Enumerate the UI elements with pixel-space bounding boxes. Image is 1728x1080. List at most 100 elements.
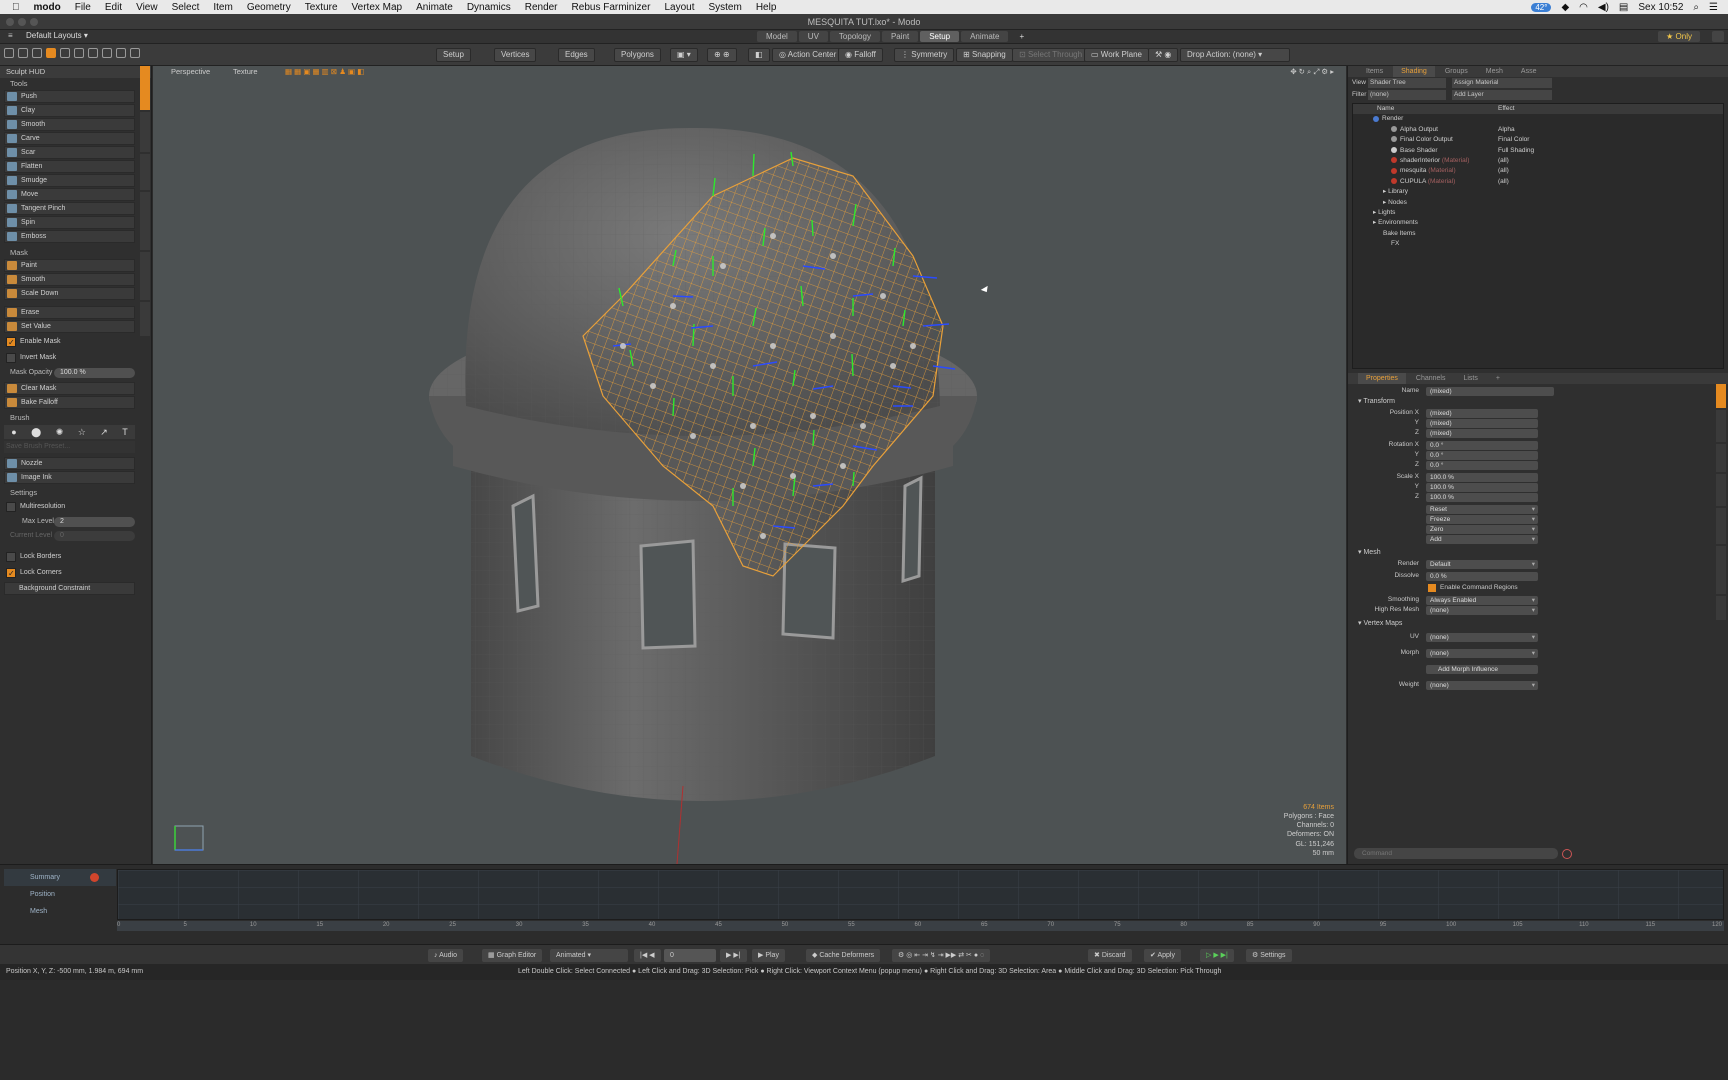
animated-dropdown[interactable]: Animated ▾ bbox=[550, 949, 628, 962]
add-tab-button[interactable]: + bbox=[1010, 31, 1033, 42]
mask-scale-down[interactable]: Scale Down bbox=[4, 287, 135, 300]
filter-dropdown[interactable]: (none) bbox=[1368, 90, 1446, 100]
tab-mesh[interactable]: Mesh bbox=[1478, 66, 1511, 77]
tool-pipe-button[interactable]: ◧ bbox=[748, 48, 770, 62]
tool-carve[interactable]: Carve bbox=[4, 132, 135, 145]
menu-texture[interactable]: Texture bbox=[305, 2, 338, 13]
particle-tools-tab[interactable] bbox=[140, 252, 150, 300]
shader-row-shaderinterior[interactable]: shaderInterior (Material) (all) bbox=[1353, 156, 1723, 166]
scale-x-input[interactable]: 100.0 % bbox=[1426, 472, 1538, 482]
shader-row-environments[interactable]: ▸ Environments bbox=[1353, 218, 1723, 228]
menu-animate[interactable]: Animate bbox=[416, 2, 453, 13]
snap-icon[interactable] bbox=[102, 48, 112, 58]
mesh-section-title[interactable]: ▾ Mesh bbox=[1348, 547, 1548, 559]
menu-system[interactable]: System bbox=[708, 2, 741, 13]
view-dropdown[interactable]: Shader Tree bbox=[1368, 78, 1446, 88]
side-tab-user-channels[interactable] bbox=[1716, 546, 1726, 594]
multiresolution-toggle[interactable]: Multiresolution bbox=[4, 500, 135, 514]
morph-dropdown[interactable]: (none) bbox=[1426, 648, 1538, 658]
add-layer-button[interactable]: Add Layer bbox=[1452, 90, 1552, 100]
transform-section-title[interactable]: ▾ Transform bbox=[1348, 396, 1548, 408]
close-window-button[interactable] bbox=[6, 18, 14, 26]
brush-section-title[interactable]: Brush bbox=[0, 412, 151, 423]
timeline-position-row[interactable]: Position bbox=[4, 886, 116, 903]
vertex-map-tools-tab[interactable] bbox=[140, 192, 150, 250]
shader-row-nodes[interactable]: ▸ Nodes bbox=[1353, 198, 1723, 208]
layout-dropdown[interactable]: Default Layouts ▾ bbox=[26, 31, 88, 40]
playback-buttons[interactable]: ▷ ▶ ▶| bbox=[1200, 949, 1234, 962]
key-tools-buttons[interactable]: ⚙ ◎ ⇤ ⇥ ↯ ⇥ ▶▶ ⇄ ✂ ● ◌ bbox=[892, 949, 991, 962]
tab-groups[interactable]: Groups bbox=[1437, 66, 1476, 77]
clock[interactable]: Sex 10:52 bbox=[1638, 2, 1683, 13]
audio-button[interactable]: ♪ Audio bbox=[428, 949, 463, 962]
tool-smudge[interactable]: Smudge bbox=[4, 174, 135, 187]
lock-corners-checkbox[interactable] bbox=[6, 567, 16, 581]
pivot-button[interactable]: ⊕ ⊕ bbox=[707, 48, 737, 62]
side-tab-curve[interactable] bbox=[1716, 444, 1726, 472]
menu-select[interactable]: Select bbox=[172, 2, 200, 13]
tool-push[interactable]: Push bbox=[4, 90, 135, 103]
col-effect-header[interactable]: Effect bbox=[1498, 104, 1515, 114]
tab-model[interactable]: Model bbox=[757, 31, 797, 42]
reset-dropdown[interactable]: Reset bbox=[1426, 504, 1538, 514]
side-tab-display[interactable] bbox=[1716, 474, 1726, 506]
tool-emboss[interactable]: Emboss bbox=[4, 230, 135, 243]
tool-scar[interactable]: Scar bbox=[4, 146, 135, 159]
shader-row-library[interactable]: ▸ Library bbox=[1353, 187, 1723, 197]
menu-file[interactable]: File bbox=[75, 2, 91, 13]
render-dropdown[interactable]: Default bbox=[1426, 559, 1538, 569]
only-toggle[interactable]: ★ Only bbox=[1658, 31, 1700, 42]
tab-animate[interactable]: Animate bbox=[961, 31, 1009, 42]
command-input[interactable]: Command bbox=[1354, 848, 1558, 859]
tab-items[interactable]: Items bbox=[1358, 66, 1391, 77]
transform-icon[interactable] bbox=[60, 48, 70, 58]
element-move-icon[interactable] bbox=[88, 48, 98, 58]
tab-shading[interactable]: Shading bbox=[1393, 66, 1435, 77]
move-icon[interactable] bbox=[18, 48, 28, 58]
mask-paint[interactable]: Paint bbox=[4, 259, 135, 272]
timeline-mesh-row[interactable]: Mesh bbox=[4, 903, 116, 920]
tool-flatten[interactable]: Flatten bbox=[4, 160, 135, 173]
side-tab-tags[interactable] bbox=[1716, 596, 1726, 620]
position-x-input[interactable]: (mixed) bbox=[1426, 408, 1538, 418]
zero-dropdown[interactable]: Zero bbox=[1426, 524, 1538, 534]
side-tab-mesh[interactable] bbox=[1716, 384, 1726, 408]
extrude-icon[interactable] bbox=[130, 48, 140, 58]
scale-z-input[interactable]: 100.0 % bbox=[1426, 492, 1538, 502]
shader-row-cupula[interactable]: CUPULA (Material) (all) bbox=[1353, 177, 1723, 187]
tab-setup[interactable]: Setup bbox=[920, 31, 960, 42]
wifi-icon[interactable]: ◠ bbox=[1579, 2, 1588, 13]
falloff-button[interactable]: ◉ Falloff bbox=[838, 48, 883, 62]
multiresolution-checkbox[interactable] bbox=[6, 502, 16, 512]
mask-section-title[interactable]: Mask bbox=[0, 247, 151, 258]
discard-button[interactable]: ✖ Discard bbox=[1088, 949, 1132, 962]
lock-corners-toggle[interactable]: Lock Corners bbox=[4, 566, 135, 581]
settings-section-title[interactable]: Settings bbox=[0, 487, 151, 498]
items-mode-button[interactable]: ▣ ▾ bbox=[670, 48, 698, 62]
3d-viewport[interactable]: Perspective Texture ▦ ▦ ▣ ▦ ▥ ⊠ ♟ ▣ ◧ ✥ … bbox=[153, 66, 1346, 864]
shader-row-bake-items[interactable]: Bake Items bbox=[1353, 229, 1723, 239]
nozzle-button[interactable]: Nozzle bbox=[4, 457, 135, 470]
smoothing-dropdown[interactable]: Always Enabled bbox=[1426, 595, 1538, 605]
side-tab-assembly[interactable] bbox=[1716, 508, 1726, 544]
brush-text-icon[interactable]: T bbox=[122, 427, 128, 437]
select-icon[interactable] bbox=[4, 48, 14, 58]
timeline-summary-row[interactable]: Summary bbox=[4, 869, 116, 886]
tab-properties[interactable]: Properties bbox=[1358, 373, 1406, 384]
tab-paint[interactable]: Paint bbox=[881, 31, 919, 42]
shader-row-final-color[interactable]: Final Color Output Final Color bbox=[1353, 135, 1723, 145]
side-tab-surface[interactable] bbox=[1716, 410, 1726, 442]
dissolve-input[interactable]: 0.0 % bbox=[1426, 571, 1538, 581]
high-res-dropdown[interactable]: (none) bbox=[1426, 605, 1538, 615]
brush-stroke-icon[interactable]: ↗ bbox=[100, 427, 108, 438]
flag-icon[interactable]: ▤ bbox=[1619, 2, 1628, 13]
shader-row-effect[interactable]: Final Color bbox=[1498, 135, 1529, 145]
enable-mask-checkbox[interactable] bbox=[6, 336, 16, 350]
bevel-icon[interactable] bbox=[116, 48, 126, 58]
action-center-button[interactable]: ◎ Action Center bbox=[772, 48, 844, 62]
menu-dynamics[interactable]: Dynamics bbox=[467, 2, 511, 13]
search-icon[interactable]: ⌕ bbox=[1693, 2, 1699, 13]
image-ink-button[interactable]: Image Ink bbox=[4, 471, 135, 484]
menu-geometry[interactable]: Geometry bbox=[247, 2, 291, 13]
tab-uv[interactable]: UV bbox=[798, 31, 828, 42]
